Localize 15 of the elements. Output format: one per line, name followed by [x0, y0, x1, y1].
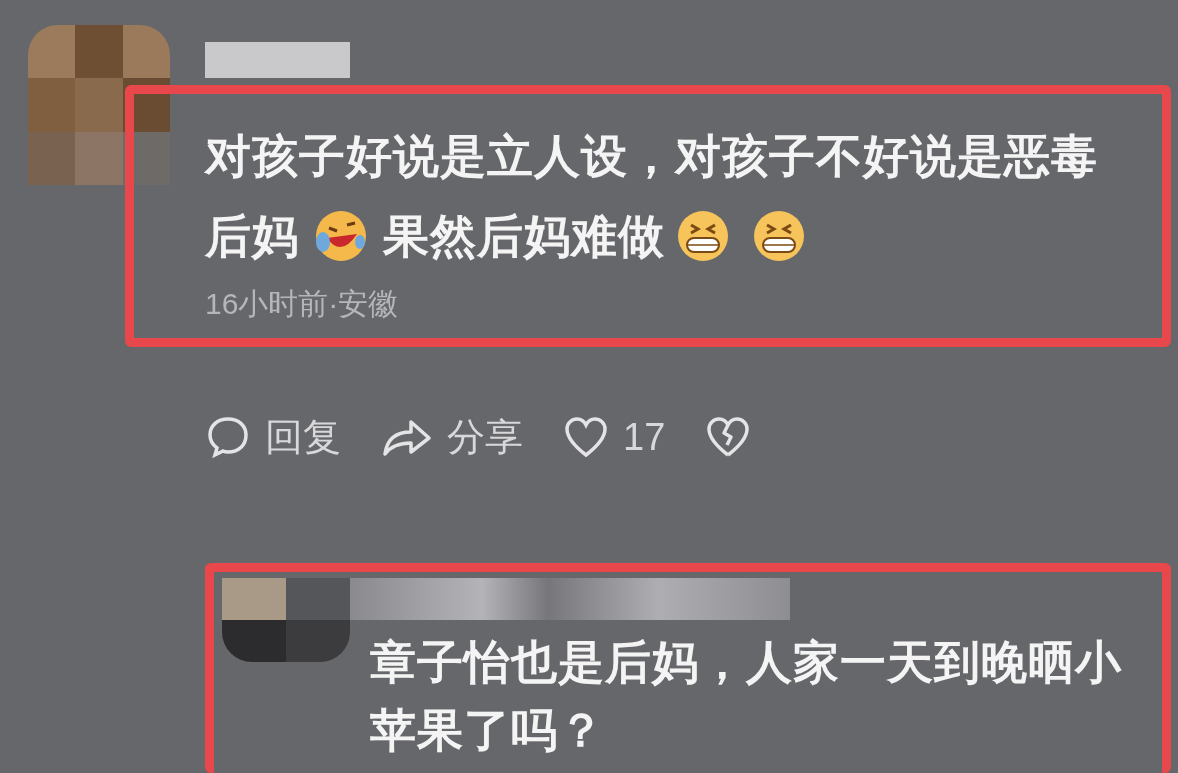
- comment-text: 对孩子好说是立人设，对孩子不好说是恶毒: [205, 129, 1098, 184]
- comment-text: 后妈: [205, 209, 299, 264]
- speech-bubble-icon: [205, 414, 251, 460]
- grinning-emoji-icon: [751, 208, 807, 264]
- comment-time-location: 16小时前·安徽: [205, 286, 400, 322]
- laughing-crying-emoji-icon: [313, 208, 369, 264]
- comment-text: 苹果了吗？: [370, 703, 605, 758]
- grinning-emoji-icon: [675, 208, 731, 264]
- heart-icon: [563, 415, 609, 459]
- like-button[interactable]: 17: [563, 412, 666, 462]
- broken-heart-icon[interactable]: [705, 415, 752, 459]
- comment-text: 章子怡也是后妈，人家一天到晚晒小: [370, 635, 1122, 690]
- reply-button[interactable]: 回复: [205, 412, 341, 462]
- share-button[interactable]: 分享: [381, 412, 523, 462]
- comment-text: 果然后妈难做: [383, 209, 665, 264]
